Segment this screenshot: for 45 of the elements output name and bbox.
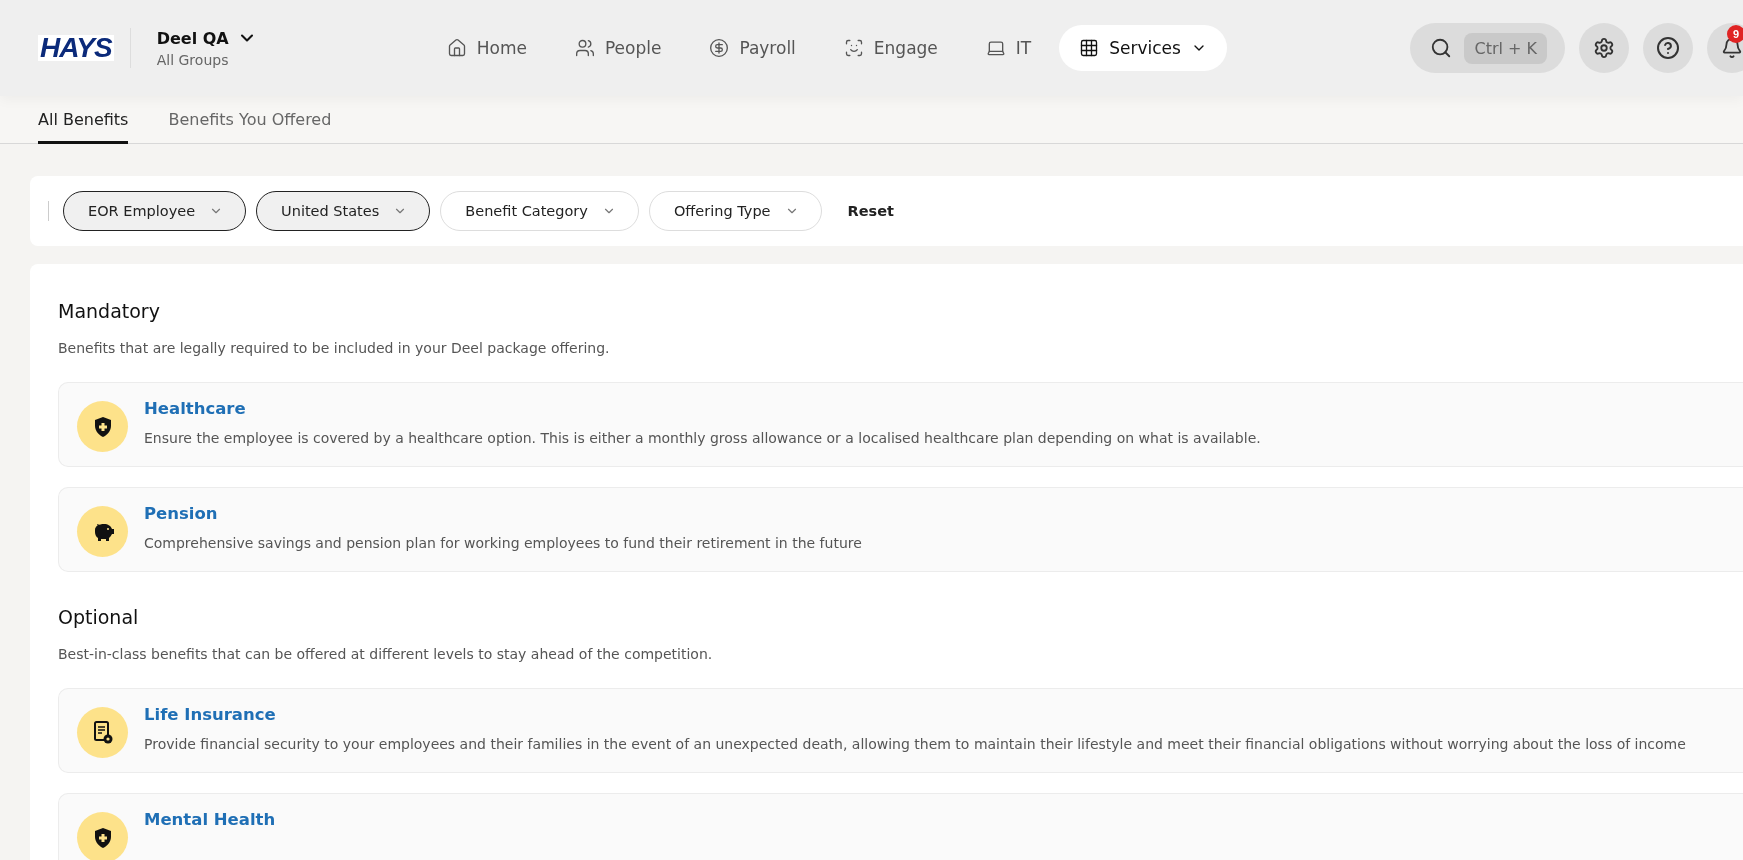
section-title: Optional [58,606,140,628]
document-badge-icon [92,720,113,745]
organization-switcher[interactable]: Deel QA [156,28,427,48]
nav-item[interactable]: Payroll [689,25,816,71]
filter-dropdown[interactable]: Benefit Category [440,191,639,231]
benefit-description: Ensure the employee is covered by a healthcare option. This is either a monthly gross allowance or a localised healthcare plan depending on what is available. [144,430,1261,446]
nav-item[interactable]: Services [1059,25,1227,71]
section-description: Best-in-class benefits that can be offered at different levels to stay ahead of the competition. [58,646,714,662]
nav-icon [574,38,595,58]
benefit-description: Comprehensive savings and pension plan for working employees to fund their retirement in the future [144,535,862,551]
notifications-button[interactable]: 9 [1707,23,1743,73]
nav-icon [446,38,467,58]
shield-plus-icon [92,826,113,849]
search-icon [1430,37,1453,59]
settings-icon [1593,37,1615,59]
nav-item[interactable]: People [554,25,682,71]
reset-button[interactable]: Reset [831,203,910,219]
benefit-title-link[interactable]: Healthcare [144,399,246,418]
keyboard-shortcut: Ctrl + K [1464,32,1547,64]
nav-item[interactable]: IT [965,25,1052,71]
bell-icon [1721,37,1743,59]
nav-item[interactable]: Engage [823,25,958,71]
filter-dropdown[interactable]: Offering Type [648,191,822,231]
help-button[interactable] [1643,23,1693,73]
nav-item[interactable]: Home [426,25,547,71]
section-description: Benefits that are legally required to be included in your Deel package offering. [58,340,611,356]
nav-icon [843,38,864,58]
tab[interactable]: Benefits You Offered [168,96,332,144]
benefit-title-link[interactable]: Life Insurance [144,705,276,724]
help-icon [1656,36,1680,60]
shield-plus-icon [92,415,113,438]
settings-button[interactable] [1579,23,1629,73]
logo: HAYS [38,35,114,61]
organization-subtitle: All Groups [156,52,230,68]
filter-dropdown[interactable]: United States [256,191,431,231]
section-title: Mandatory [58,300,161,322]
search-button[interactable]: Ctrl + K [1410,23,1565,73]
benefit-title-link[interactable]: Pension [144,504,218,523]
benefit-description: Provide financial security to your employees and their families in the event of an unexpected death, allowing them to maintain their lifestyle and meet their financial obligations without worrying about the loss of income [144,736,1686,752]
nav-icon [1079,38,1100,58]
filter-dropdown[interactable]: EOR Employee [63,191,247,231]
tab[interactable]: All Benefits [38,96,129,144]
nav-icon [709,38,730,58]
notification-count: 9 [1727,25,1743,43]
benefit-title-link[interactable]: Mental Health [144,810,276,829]
